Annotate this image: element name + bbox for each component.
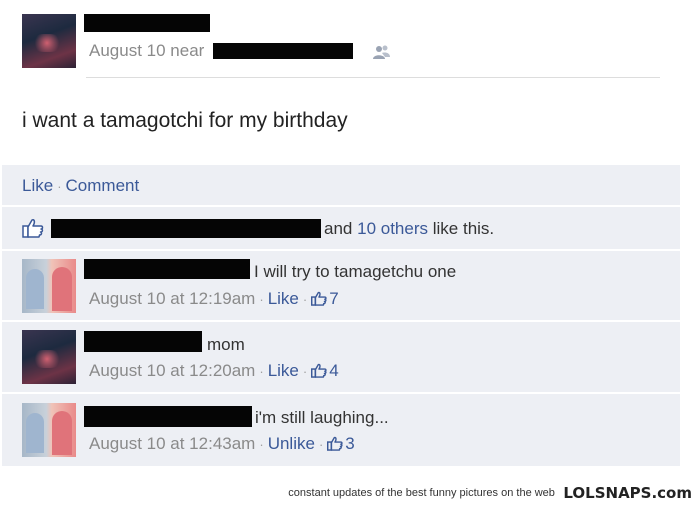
thumbs-up-icon — [22, 219, 44, 238]
comment-text: mom — [207, 335, 245, 354]
comment-like-count[interactable]: 3 — [345, 434, 354, 453]
comment-text: i'm still laughing... — [255, 408, 389, 427]
thumbs-up-icon — [311, 363, 327, 378]
thumbs-up-icon — [327, 436, 343, 451]
redacted-likers — [51, 219, 321, 238]
comment-like-count[interactable]: 7 — [329, 289, 338, 308]
comment-time[interactable]: August 10 at 12:19am — [89, 289, 255, 308]
poster-avatar[interactable] — [22, 14, 76, 68]
comment-time[interactable]: August 10 at 12:20am — [89, 361, 255, 380]
header-divider — [86, 77, 660, 78]
friends-audience-icon[interactable] — [372, 44, 392, 60]
action-separator: · — [57, 179, 62, 194]
comment: i'm still laughing... August 10 at 12:43… — [2, 394, 680, 466]
likes-suffix: like this. — [432, 219, 495, 238]
comment-unlike-link[interactable]: Unlike — [268, 434, 315, 453]
watermark-brand: LOLSNAPS.com — [563, 484, 692, 502]
comment-time[interactable]: August 10 at 12:43am — [89, 434, 255, 453]
post-date[interactable]: August 10 near — [89, 41, 204, 60]
commenter-avatar[interactable] — [22, 403, 76, 457]
redacted-location — [213, 43, 353, 59]
likes-and: and — [324, 219, 353, 238]
comment-like-link[interactable]: Like — [268, 361, 299, 380]
post-meta: August 10 near — [89, 41, 204, 61]
comment-like-count[interactable]: 4 — [329, 361, 338, 380]
post-text: i want a tamagotchi for my birthday — [22, 109, 348, 132]
redacted-poster-name — [84, 14, 210, 32]
comment-like-link[interactable]: Like — [268, 289, 299, 308]
comment: I will try to tamagetchu one August 10 a… — [2, 251, 680, 320]
redacted-commenter-name — [84, 259, 250, 279]
comment: mom August 10 at 12:20am · Like · 4 — [2, 322, 680, 392]
action-bar: Like · Comment — [2, 165, 680, 205]
comment-text: I will try to tamagetchu one — [254, 262, 457, 281]
redacted-commenter-name — [84, 331, 202, 352]
watermark-tagline: constant updates of the best funny pictu… — [288, 487, 555, 499]
watermark: constant updates of the best funny pictu… — [288, 484, 692, 503]
likes-row: and 10 others like this. — [2, 207, 680, 249]
comment-link[interactable]: Comment — [66, 176, 140, 195]
like-post-link[interactable]: Like — [22, 176, 53, 195]
commenter-avatar[interactable] — [22, 330, 76, 384]
thumbs-up-icon — [311, 291, 327, 306]
commenter-avatar[interactable] — [22, 259, 76, 313]
redacted-commenter-name — [84, 406, 252, 427]
others-link[interactable]: 10 others — [357, 219, 428, 238]
